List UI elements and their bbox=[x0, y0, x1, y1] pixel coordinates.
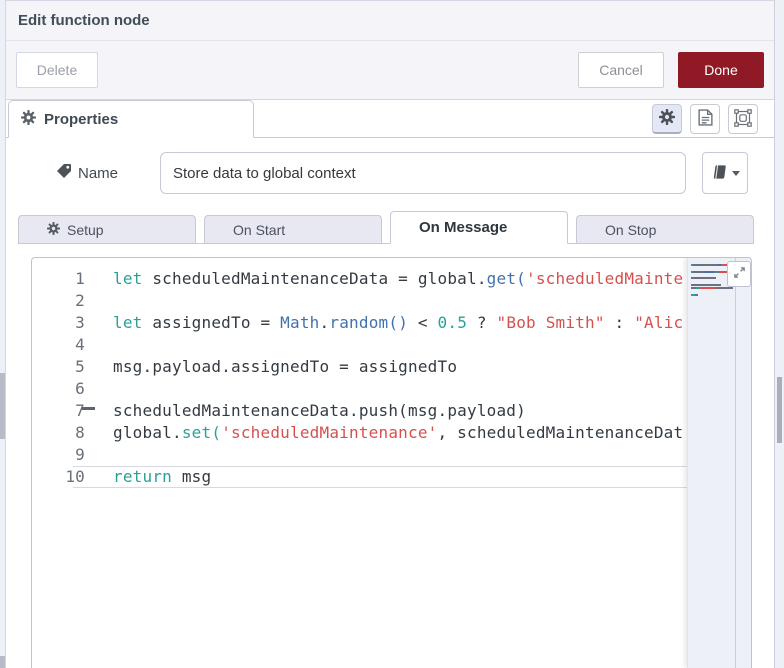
name-row: Name bbox=[6, 151, 774, 195]
code-line: 6 bbox=[32, 378, 687, 400]
code-line: 2 bbox=[32, 290, 687, 312]
tab-properties[interactable]: Properties bbox=[8, 100, 254, 138]
tab-on-start[interactable]: On Start bbox=[204, 215, 382, 244]
dialog-header: Edit function node bbox=[6, 1, 774, 41]
line-number: 10 bbox=[65, 467, 85, 486]
code-line: 1 let scheduledMaintenanceData = global.g… bbox=[32, 268, 687, 290]
code-line: 5 msg.payload.assignedTo = assignedTo bbox=[32, 356, 687, 378]
code-line: 8 global.set('scheduledMaintenance', sche… bbox=[32, 422, 687, 444]
function-tabs: Setup On Start On Message On Stop bbox=[18, 211, 754, 244]
chevron-down-icon bbox=[732, 170, 740, 176]
code-line: 7 scheduledMaintenanceData.push(msg.paylo… bbox=[32, 400, 687, 422]
line-number: 3 bbox=[75, 313, 85, 332]
left-scrollbar-thumb[interactable] bbox=[0, 373, 5, 439]
delete-button[interactable]: Delete bbox=[16, 52, 98, 88]
editor-tabbar: Properties bbox=[6, 100, 774, 138]
tab-properties-label: Properties bbox=[44, 110, 119, 128]
line-number: 5 bbox=[75, 357, 85, 376]
name-input[interactable] bbox=[160, 152, 686, 194]
right-scrollbar-thumb[interactable] bbox=[777, 377, 782, 443]
fit-to-selection-button[interactable] bbox=[728, 104, 758, 134]
tab-on-message-label: On Message bbox=[419, 219, 508, 236]
left-scrollbar-thumb-bottom[interactable] bbox=[0, 656, 5, 668]
outer-left-scrollbar[interactable] bbox=[0, 0, 6, 668]
editor-toolbar-icons bbox=[652, 104, 758, 134]
code-line: 3 let assignedTo = Math.random() < 0.5 ? … bbox=[32, 312, 687, 334]
document-icon bbox=[697, 109, 713, 129]
expand-editor-button[interactable] bbox=[727, 261, 751, 287]
edit-function-node-dialog: Edit function node Delete Cancel Done Pr… bbox=[6, 0, 774, 668]
expand-icon bbox=[733, 266, 746, 282]
documentation-button[interactable] bbox=[690, 104, 720, 134]
library-button[interactable] bbox=[702, 152, 748, 194]
fit-selection-icon bbox=[734, 108, 752, 130]
line-number: 8 bbox=[75, 423, 85, 442]
dialog-title: Edit function node bbox=[18, 12, 150, 29]
outer-right-scrollbar[interactable] bbox=[774, 0, 784, 668]
book-icon bbox=[710, 164, 727, 183]
code-line: 9 bbox=[32, 444, 687, 466]
dialog-button-row: Delete Cancel Done bbox=[6, 41, 774, 100]
tab-setup[interactable]: Setup bbox=[18, 215, 196, 244]
code-lines[interactable]: 1 let scheduledMaintenanceData = global.g… bbox=[32, 258, 687, 668]
minimap-zone bbox=[687, 258, 751, 668]
code-text: let assignedTo = Math.random() < 0.5 ? "… bbox=[113, 313, 684, 332]
tab-setup-label: Setup bbox=[67, 221, 104, 238]
line-number: 7 bbox=[75, 401, 85, 420]
name-label: Name bbox=[56, 151, 118, 195]
line-number: 9 bbox=[75, 445, 85, 464]
tab-on-message[interactable]: On Message bbox=[390, 211, 568, 244]
code-line: 4 bbox=[32, 334, 687, 356]
gear-icon bbox=[21, 109, 36, 129]
code-line: 10 return msg bbox=[32, 466, 687, 488]
editor-scrollbar-thumb[interactable] bbox=[82, 407, 95, 410]
line-number: 1 bbox=[75, 269, 85, 288]
name-label-text: Name bbox=[78, 164, 119, 182]
line-number: 4 bbox=[75, 335, 85, 354]
settings-gear-button[interactable] bbox=[652, 104, 682, 134]
gear-icon bbox=[659, 109, 675, 128]
cancel-button[interactable]: Cancel bbox=[578, 52, 664, 88]
code-text: scheduledMaintenanceData.push(msg.payloa… bbox=[113, 401, 526, 420]
line-number: 6 bbox=[75, 379, 85, 398]
code-editor[interactable]: 1 let scheduledMaintenanceData = global.g… bbox=[31, 257, 752, 668]
code-text: global.set('scheduledMaintenance', sched… bbox=[113, 423, 684, 442]
code-text: let scheduledMaintenanceData = global.ge… bbox=[113, 269, 684, 288]
line-number: 2 bbox=[75, 291, 85, 310]
editor-scrollbar[interactable] bbox=[735, 258, 751, 668]
tab-on-stop-label: On Stop bbox=[605, 221, 657, 238]
code-text: msg.payload.assignedTo = assignedTo bbox=[113, 357, 458, 376]
gear-icon bbox=[47, 221, 60, 238]
tab-on-start-label: On Start bbox=[233, 221, 286, 238]
code-text: return msg bbox=[113, 467, 212, 486]
done-button[interactable]: Done bbox=[678, 52, 764, 88]
tag-icon bbox=[56, 163, 72, 183]
tab-on-stop[interactable]: On Stop bbox=[576, 215, 754, 244]
